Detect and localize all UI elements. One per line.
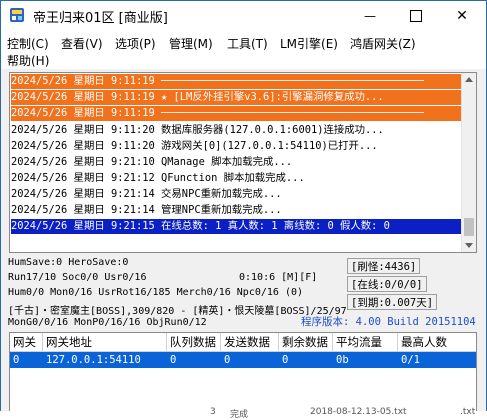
menu-view[interactable]: 查看(V) — [61, 35, 103, 52]
menu-control[interactable]: 控制(C) — [7, 35, 49, 52]
log-line: 2024/5/26 星期日 9:21:14 交易NPC重新加载完成... — [11, 188, 282, 200]
log-line: 2024/5/26 星期日 9:11:19 ★ [LM反外挂引擎v3.6]:引擎… — [11, 90, 461, 105]
column-header[interactable]: 发送数据 — [221, 333, 279, 351]
menu-options[interactable]: 选项(P) — [115, 35, 156, 52]
close-button[interactable]: ✕ — [439, 1, 485, 31]
menu-tools[interactable]: 工具(T) — [227, 35, 268, 52]
log-line: 2024/5/26 星期日 9:11:20 游戏网关[0](127.0.0.1:… — [11, 140, 378, 152]
scroll-thumb[interactable] — [464, 218, 474, 236]
background-text: 3 — [210, 407, 216, 417]
minimize-icon: — — [364, 9, 376, 23]
log-line: 2024/5/26 星期日 9:11:20 数据库服务器(127.0.0.1:6… — [11, 124, 384, 136]
table-cell: 0b — [336, 354, 349, 366]
column-header[interactable]: 网关 — [10, 333, 43, 351]
menu-manage[interactable]: 管理(M) — [169, 35, 213, 52]
window-title: 帝王归来01区 [商业版] — [33, 11, 168, 26]
status-counts: Hum0/0 Mon0/16 UsrRot16/185 Merch0/16 Np… — [8, 287, 304, 298]
refresh-monster-count: [刷怪:4436] — [347, 258, 421, 274]
log-line-selected: 2024/5/26 星期日 9:21:15 在线总数: 1 真人数: 1 离线数… — [11, 219, 461, 234]
log-line: 2024/5/26 星期日 9:21:14 管理NPC重新加载完成... — [11, 204, 282, 216]
log-line: 2024/5/26 星期日 9:11:19 ──────────────────… — [11, 106, 461, 121]
column-header[interactable]: 最高人数 — [398, 333, 476, 351]
table-header: 网关 网关地址 队列数据 发送数据 剩余数据 平均流量 最高人数 — [10, 333, 476, 352]
maximize-icon — [410, 10, 422, 22]
expire-days: [到期:0.007天] — [347, 294, 438, 310]
table-cell: 127.0.0.1:54110 — [46, 354, 141, 366]
table-cell: 0/1 — [401, 354, 420, 366]
menu-gateway[interactable]: 鸿盾网关(Z) — [350, 35, 416, 52]
main-window: 帝王归来01区 [商业版] — ✕ 控制(C) 查看(V) 选项(P) 管理(M… — [0, 0, 487, 417]
title-bar[interactable]: 帝王归来01区 [商业版] — ✕ — [1, 1, 486, 31]
table-cell: 0 — [13, 354, 20, 366]
log-scrollbar[interactable] — [461, 73, 476, 252]
column-header[interactable]: 平均流量 — [333, 333, 398, 351]
log-line: 2024/5/26 星期日 9:11:19 ──────────────────… — [11, 74, 461, 89]
status-boss: [千古]・密室魔主[BOSS],309/820 - [精英]・恨天陵墓[BOSS… — [8, 306, 347, 317]
background-text: 完成 — [230, 410, 249, 420]
minimize-button[interactable]: — — [347, 1, 393, 31]
table-cell: 0 — [282, 354, 289, 366]
status-timer: 0:10:6 [M][F] — [239, 272, 318, 283]
log-output[interactable]: 2024/5/26 星期日 9:11:19 ──────────────────… — [9, 72, 477, 253]
menu-help[interactable]: 帮助(H) — [7, 52, 49, 69]
maximize-button[interactable] — [393, 1, 439, 31]
online-count: [在线:0/0/0] — [347, 276, 427, 292]
scroll-down-icon[interactable] — [465, 243, 473, 248]
menu-bar: 控制(C) 查看(V) 选项(P) 管理(M) 工具(T) LM引擎(E) 鸿盾… — [1, 31, 486, 69]
background-text: .txt — [460, 407, 476, 417]
close-icon: ✕ — [456, 8, 468, 24]
scroll-up-icon[interactable] — [465, 77, 473, 82]
table-cell: 0 — [224, 354, 231, 366]
gateway-table[interactable]: 网关 网关地址 队列数据 发送数据 剩余数据 平均流量 最高人数 0 127.0… — [9, 332, 477, 412]
app-icon — [10, 8, 24, 22]
log-line: 2024/5/26 星期日 9:21:10 QManage 脚本加载完成... — [11, 156, 293, 168]
table-row[interactable]: 0 127.0.0.1:54110 0 0 0 0b 0/1 — [10, 352, 476, 368]
column-header[interactable]: 剩余数据 — [279, 333, 333, 351]
background-text: 2018-08-12.13-05.txt — [310, 407, 407, 417]
column-header[interactable]: 网关地址 — [43, 333, 167, 351]
status-run: Run17/10 Soc0/0 Usr0/16 — [8, 272, 147, 283]
table-cell: 0 — [170, 354, 177, 366]
status-save: HumSave:0 HeroSave:0 — [8, 257, 129, 268]
log-line: 2024/5/26 星期日 9:21:12 QFunction 脚本加载完成..… — [11, 172, 305, 184]
menu-lm-engine[interactable]: LM引擎(E) — [280, 35, 338, 52]
program-version: 程序版本: 4.00 Build 20151104 — [301, 316, 476, 328]
status-monsters: MonG0/0/16 MonP0/16/16 ObjRun0/12 — [8, 317, 207, 328]
column-header[interactable]: 队列数据 — [167, 333, 221, 351]
background-window-peek: 3 完成 2018-08-12.13-05.txt .txt — [0, 407, 487, 420]
